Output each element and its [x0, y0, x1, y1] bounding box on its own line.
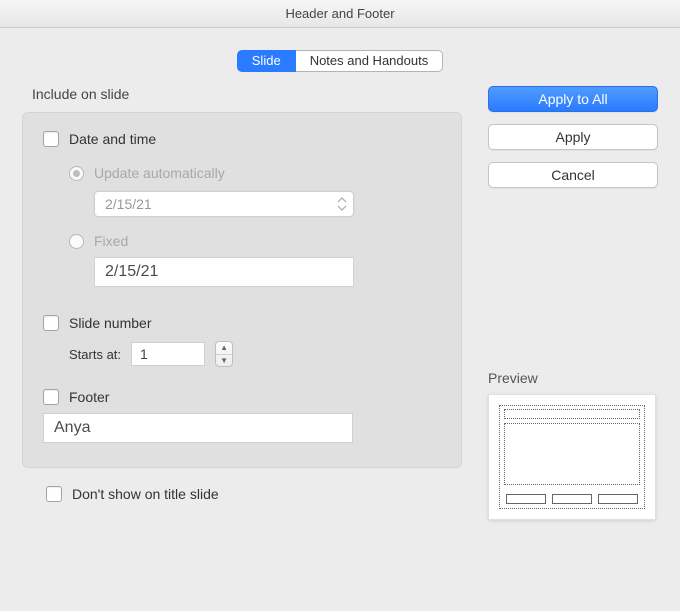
- preview-body-placeholder: [504, 423, 640, 485]
- chevron-down-icon: ▼: [216, 355, 232, 367]
- label-footer: Footer: [69, 389, 109, 405]
- label-slide-number: Slide number: [69, 315, 152, 331]
- preview-footer-placeholder: [552, 494, 592, 504]
- chevron-up-down-icon: [337, 196, 347, 215]
- input-footer-text[interactable]: [43, 413, 353, 443]
- group-include-label: Include on slide: [32, 86, 462, 102]
- checkbox-slide-number[interactable]: [43, 315, 59, 331]
- preview-thumbnail: [488, 394, 656, 520]
- tab-notes-handouts[interactable]: Notes and Handouts: [296, 50, 444, 72]
- radio-update-automatically[interactable]: [69, 166, 84, 181]
- stepper-starts-at[interactable]: ▲ ▼: [215, 341, 233, 367]
- tab-slide[interactable]: Slide: [237, 50, 296, 72]
- cancel-button[interactable]: Cancel: [488, 162, 658, 188]
- checkbox-footer[interactable]: [43, 389, 59, 405]
- apply-button[interactable]: Apply: [488, 124, 658, 150]
- chevron-up-icon: ▲: [216, 342, 232, 355]
- checkbox-dont-show-title[interactable]: [46, 486, 62, 502]
- input-fixed-date[interactable]: [94, 257, 354, 287]
- preview-number-placeholder: [598, 494, 638, 504]
- select-auto-date-value: 2/15/21: [105, 196, 152, 212]
- select-auto-date-format[interactable]: 2/15/21: [94, 191, 354, 217]
- label-update-automatically: Update automatically: [94, 165, 225, 181]
- radio-fixed[interactable]: [69, 234, 84, 249]
- window-title: Header and Footer: [0, 0, 680, 28]
- label-starts-at: Starts at:: [69, 347, 121, 362]
- options-panel: Date and time Update automatically 2/15/…: [22, 112, 462, 468]
- checkbox-date-time[interactable]: [43, 131, 59, 147]
- window-body: Slide Notes and Handouts Include on slid…: [0, 28, 680, 540]
- apply-to-all-button[interactable]: Apply to All: [488, 86, 658, 112]
- preview-date-placeholder: [506, 494, 546, 504]
- preview-label: Preview: [488, 370, 658, 386]
- tab-bar: Slide Notes and Handouts: [22, 50, 658, 72]
- label-date-time: Date and time: [69, 131, 156, 147]
- label-fixed: Fixed: [94, 233, 128, 249]
- label-dont-show-title: Don't show on title slide: [72, 486, 219, 502]
- input-starts-at[interactable]: [131, 342, 205, 366]
- preview-title-placeholder: [504, 409, 640, 419]
